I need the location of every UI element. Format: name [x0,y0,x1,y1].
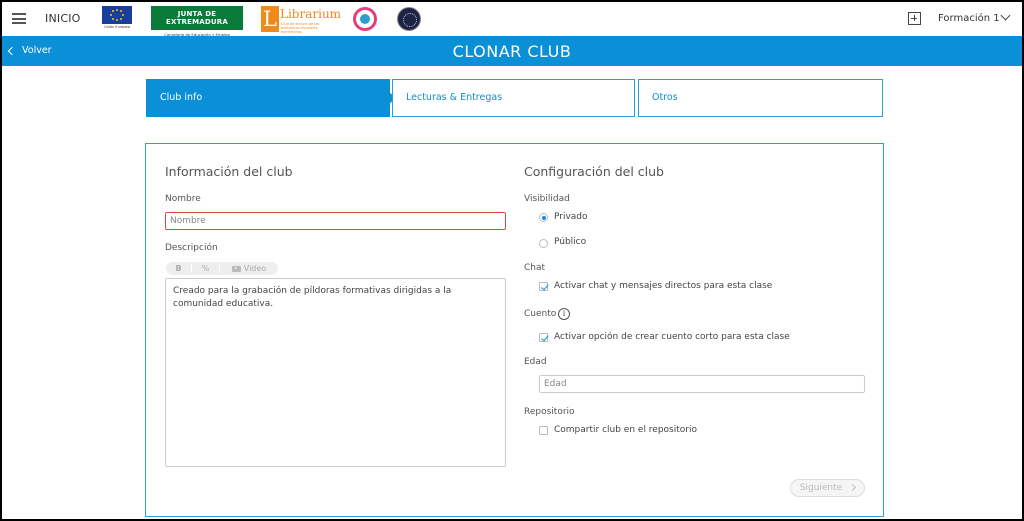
name-input[interactable]: Nombre [165,212,506,230]
step-lecturas-entregas[interactable]: Lecturas & Entregas [392,79,635,117]
info-icon[interactable]: i [558,308,570,320]
bold-button[interactable]: B [166,264,192,273]
page-header: Volver CLONAR CLUB [2,36,1022,66]
junta-title: JUNTA DE EXTREMADURA [151,6,243,30]
librarium-title: Librarium [280,7,342,21]
eu-logo: Unión Europea [102,6,132,32]
visibility-radio-publico[interactable] [539,239,548,248]
club-form-panel: Información del club Nombre Nombre Descr… [145,143,884,517]
next-label: Siguiente [799,483,843,493]
next-button[interactable]: Siguiente [790,479,865,497]
chevron-down-icon[interactable] [1000,10,1011,21]
librarium-logo: L Librarium Club de lectura de las bibli… [261,6,341,35]
chat-checkbox[interactable] [539,282,548,291]
video-button[interactable]: Video [220,264,278,273]
description-label: Descripción [165,243,218,253]
description-textarea[interactable]: Creado para la grabación de píldoras for… [165,278,506,467]
step-club-info[interactable]: Club info [146,79,390,117]
visibility-option-privado[interactable]: Privado [554,212,588,222]
cuento-label: Cuento [524,309,557,319]
edad-input[interactable]: Edad [539,375,865,393]
link-icon: % [201,264,210,273]
repo-label: Repositorio [524,407,575,417]
menu-icon[interactable] [12,13,26,24]
video-icon [231,265,241,272]
video-label: Video [243,264,267,273]
user-menu-label[interactable]: Formación 1 [938,13,1000,24]
plus-square-icon[interactable] [908,12,921,25]
app-window: INICIO Unión Europea JUNTA DE EXTREMADUR… [0,0,1024,521]
editor-toolbar: B % Video [166,262,278,275]
repo-option-label[interactable]: Compartir club en el repositorio [554,425,697,435]
partner-logo-2 [397,7,421,31]
chat-option-label[interactable]: Activar chat y mensajes directos para es… [554,281,772,291]
edad-label: Edad [524,357,547,367]
info-heading: Información del club [165,164,293,179]
page-title: CLONAR CLUB [452,42,572,61]
visibility-label: Visibilidad [524,194,570,204]
visibility-option-publico[interactable]: Público [554,237,586,247]
visibility-radio-privado[interactable] [539,213,548,222]
cuento-option-label[interactable]: Activar opción de crear cuento corto par… [554,332,790,342]
link-button[interactable]: % [192,264,220,273]
config-heading: Configuración del club [524,164,664,179]
partner-logo-1 [353,7,377,31]
home-link[interactable]: INICIO [45,12,81,25]
chat-label: Chat [524,263,546,273]
cuento-checkbox[interactable] [539,333,548,342]
step-otros[interactable]: Otros [638,79,883,117]
top-bar: INICIO Unión Europea JUNTA DE EXTREMADUR… [2,2,1022,37]
librarium-subtitle: Club de lectura de las bibliotecas escol… [281,22,320,35]
junta-logo: JUNTA DE EXTREMADURA Consejería de Educa… [151,6,243,37]
chevron-right-icon [849,483,857,492]
repo-checkbox[interactable] [539,426,548,435]
name-label: Nombre [165,194,201,204]
eu-caption: Unión Europea [104,25,130,29]
